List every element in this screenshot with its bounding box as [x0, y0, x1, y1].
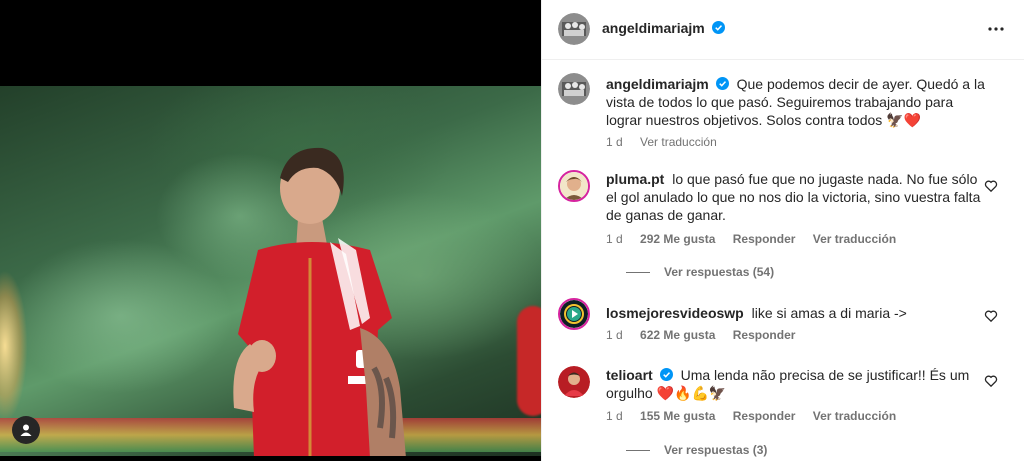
view-replies-button[interactable]: Ver respuestas (3)	[626, 443, 767, 457]
person-icon	[20, 424, 32, 436]
comment-text-block: telioart Uma lenda não precisa de se jus…	[606, 366, 986, 402]
commenter-avatar[interactable]	[558, 170, 590, 202]
caption-meta: 1 d Ver traducción	[606, 135, 731, 149]
comment-likes[interactable]: 155 Me gusta	[640, 409, 715, 423]
comment-username[interactable]: telioart	[606, 367, 653, 383]
background-player	[517, 306, 541, 416]
comment-username[interactable]: losmejoresvideoswp	[606, 305, 744, 321]
comment-item: losmejoresvideoswp like si amas a di mar…	[558, 298, 998, 348]
translate-link[interactable]: Ver traducción	[813, 232, 896, 246]
reply-button[interactable]: Responder	[733, 409, 796, 423]
translate-link[interactable]: Ver traducción	[813, 409, 896, 423]
caption-avatar[interactable]	[558, 73, 590, 105]
reply-button[interactable]: Responder	[733, 232, 796, 246]
like-comment-heart-icon[interactable]	[984, 374, 998, 388]
caption-username[interactable]: angeldimariajm	[606, 76, 709, 92]
more-horizontal-icon	[988, 27, 1004, 31]
comment-text-block: losmejoresvideoswp like si amas a di mar…	[606, 304, 986, 322]
like-comment-heart-icon[interactable]	[984, 309, 998, 323]
user-tag-button[interactable]	[12, 416, 40, 444]
post-photo[interactable]	[0, 86, 541, 456]
comment-emojis: ❤️🔥💪🦅	[656, 385, 727, 401]
comment-meta: 1 d 155 Me gusta Responder Ver traducció…	[606, 409, 910, 423]
comment-item: pluma.pt lo que pasó fue que no jugaste …	[558, 170, 998, 280]
author-avatar[interactable]	[558, 13, 590, 45]
verified-badge-icon	[715, 77, 729, 90]
comment-meta: 1 d 292 Me gusta Responder Ver traducció…	[606, 232, 910, 246]
comment-text: like si amas a di maria ->	[751, 305, 907, 321]
comment-likes[interactable]: 292 Me gusta	[640, 232, 715, 246]
comment-time[interactable]: 1 d	[606, 328, 623, 342]
comment-text-block: pluma.pt lo que pasó fue que no jugaste …	[606, 170, 986, 224]
comment-item: telioart Uma lenda não precisa de se jus…	[558, 366, 998, 461]
caption-emojis: 🦅❤️	[886, 112, 922, 128]
like-comment-heart-icon[interactable]	[984, 179, 998, 193]
post-header: angeldimariajm	[542, 0, 1024, 60]
caption-text-block: angeldimariajm Que podemos decir de ayer…	[606, 75, 986, 129]
comment-username[interactable]: pluma.pt	[606, 171, 664, 187]
comments-panel: angeldimariajm angeldimariajm Que podemo…	[541, 0, 1024, 461]
verified-badge-icon	[659, 368, 673, 381]
comment-time[interactable]: 1 d	[606, 409, 623, 423]
author-username[interactable]: angeldimariajm	[602, 20, 705, 36]
reply-button[interactable]: Responder	[733, 328, 796, 342]
comment-time[interactable]: 1 d	[606, 232, 623, 246]
post-caption: angeldimariajm Que podemos decir de ayer…	[558, 73, 988, 153]
caption-time[interactable]: 1 d	[606, 135, 623, 149]
comment-meta: 1 d 622 Me gusta Responder	[606, 328, 809, 342]
verified-badge-icon	[712, 21, 726, 34]
post-media[interactable]	[0, 0, 541, 461]
more-options-button[interactable]	[985, 18, 1007, 40]
view-replies-button[interactable]: Ver respuestas (54)	[626, 265, 774, 279]
caption-translate-link[interactable]: Ver traducción	[640, 135, 717, 149]
comment-likes[interactable]: 622 Me gusta	[640, 328, 715, 342]
commenter-avatar[interactable]	[558, 366, 590, 398]
commenter-avatar[interactable]	[558, 298, 590, 330]
player-figure	[233, 147, 406, 456]
